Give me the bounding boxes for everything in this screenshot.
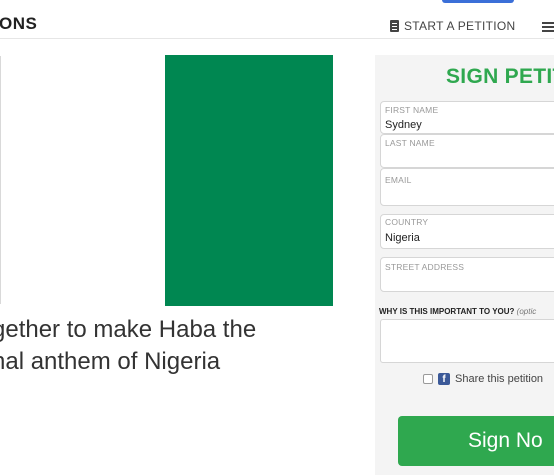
sign-now-button[interactable]: Sign No [398,416,554,466]
headline-line-2: nal anthem of Nigeria [0,348,221,375]
list-menu-icon [542,21,554,31]
first-name-field[interactable]: FIRST NAME Sydney [380,101,554,134]
first-name-value: Sydney [385,119,422,131]
top-navigation-bar: ONS START A PETITION [0,0,554,39]
share-checkbox[interactable] [423,374,433,384]
why-important-textarea[interactable] [380,319,554,363]
headline-line-1: gether to make Haba the [0,316,257,343]
panel-title: SIGN PETIT [446,65,554,88]
email-label: EMAIL [385,175,412,185]
start-petition-label: START A PETITION [404,19,516,33]
email-field[interactable]: EMAIL [380,168,554,206]
menu-button[interactable] [542,18,554,34]
document-icon [390,20,399,32]
country-value: Nigeria [385,232,420,244]
optional-hint: (optic [516,307,537,316]
last-name-label: LAST NAME [385,138,435,148]
first-name-label: FIRST NAME [385,105,439,115]
street-address-field[interactable]: STREET ADDRESS [380,257,554,292]
sign-petition-panel: SIGN PETIT FIRST NAME Sydney LAST NAME E… [375,55,554,475]
country-label: COUNTRY [385,217,429,227]
share-option: f Share this petition [423,373,543,385]
start-petition-link[interactable]: START A PETITION [390,18,516,34]
facebook-icon: f [438,373,450,385]
street-address-label: STREET ADDRESS [385,262,465,272]
image-border [0,56,1,304]
last-name-field[interactable]: LAST NAME [380,134,554,168]
nigeria-flag-image [165,55,333,306]
petition-headline: gether to make Haba the nal anthem of Ni… [0,314,352,378]
why-important-label: WHY IS THIS IMPORTANT TO YOU? (optic [379,307,537,316]
country-field[interactable]: COUNTRY Nigeria [380,214,554,249]
facebook-button-edge[interactable] [442,0,514,3]
site-brand[interactable]: ONS [0,14,37,34]
share-label: Share this petition [455,373,544,385]
